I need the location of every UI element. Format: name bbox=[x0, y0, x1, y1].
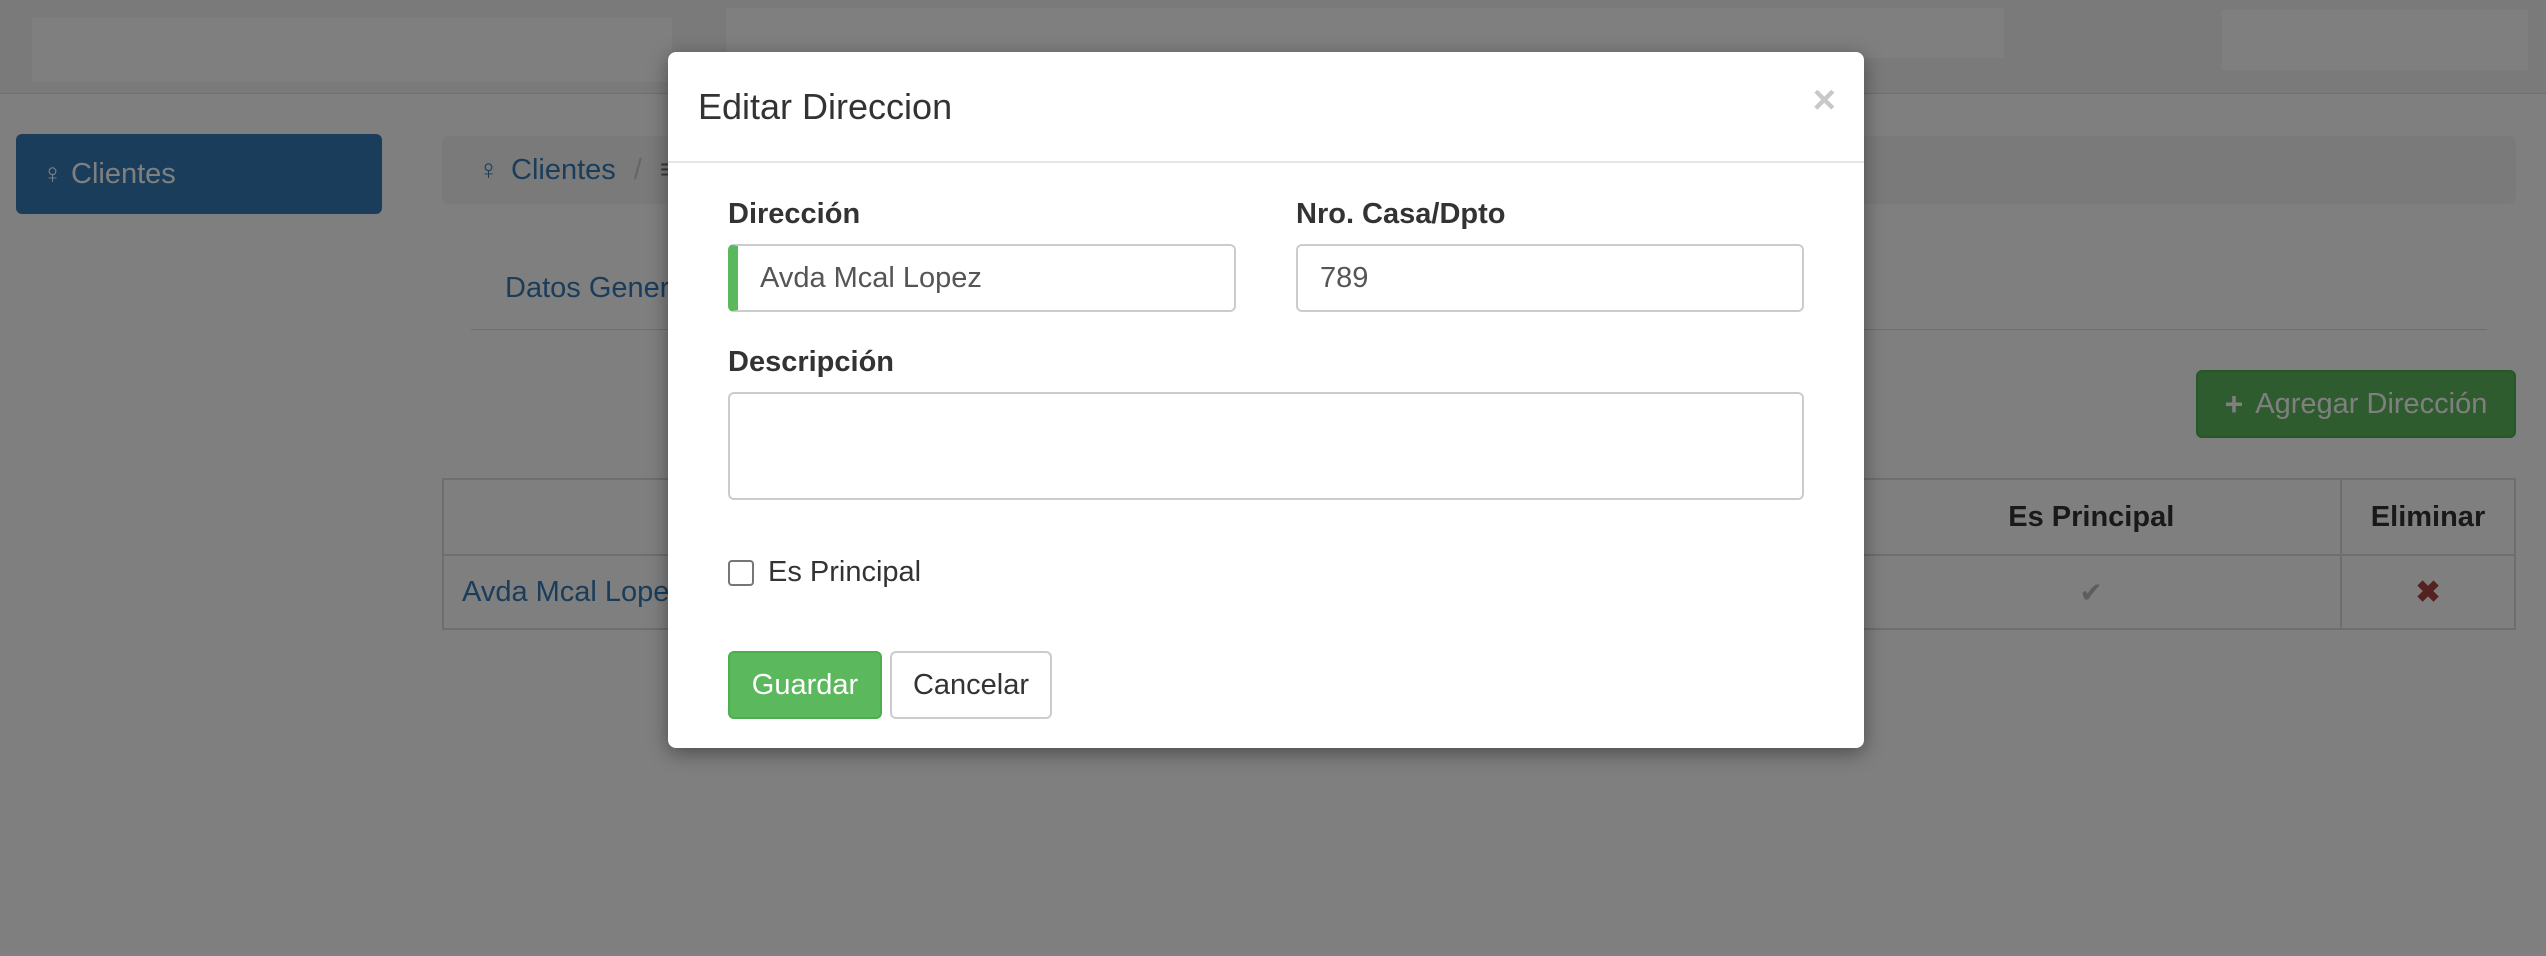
direccion-label: Dirección bbox=[728, 198, 861, 230]
es-principal-label: Es Principal bbox=[768, 556, 922, 588]
close-icon[interactable]: × bbox=[1813, 80, 1836, 120]
modal-header: Editar Direccion × bbox=[668, 52, 1864, 163]
nro-casa-label: Nro. Casa/Dpto bbox=[1296, 198, 1506, 230]
direccion-input[interactable] bbox=[728, 244, 1236, 312]
nro-casa-input[interactable] bbox=[1296, 244, 1804, 312]
save-button[interactable]: Guardar bbox=[728, 651, 882, 719]
modal-title: Editar Direccion bbox=[698, 86, 953, 127]
es-principal-checkbox[interactable] bbox=[728, 559, 754, 586]
cancel-button[interactable]: Cancelar bbox=[890, 651, 1052, 719]
es-principal-row: Es Principal bbox=[728, 556, 921, 589]
edit-address-modal: Editar Direccion × Dirección Nro. Casa/D… bbox=[668, 52, 1864, 748]
descripcion-textarea[interactable] bbox=[728, 392, 1804, 500]
descripcion-label: Descripción bbox=[728, 346, 894, 378]
